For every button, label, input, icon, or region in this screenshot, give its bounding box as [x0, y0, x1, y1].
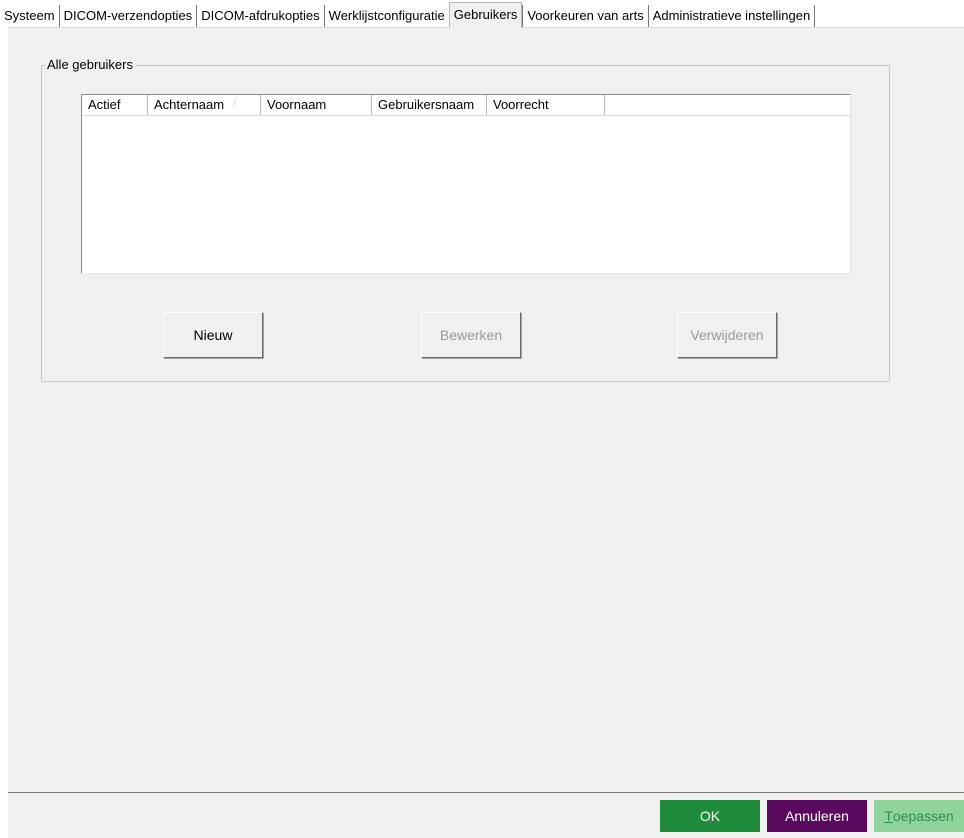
- users-panel: Alle gebruikers Actief Achternaam / Voor…: [8, 27, 964, 792]
- users-list[interactable]: Actief Achternaam / Voornaam Gebruikersn…: [81, 94, 851, 274]
- apply-button[interactable]: Toepassen: [874, 800, 964, 832]
- tab-admin-settings[interactable]: Administratieve instellingen: [649, 5, 816, 27]
- column-header-label: Achternaam: [154, 97, 225, 112]
- list-header: Actief Achternaam / Voornaam Gebruikersn…: [82, 95, 850, 116]
- tab-dicom-send[interactable]: DICOM-verzendopties: [60, 5, 198, 27]
- column-header-voornaam[interactable]: Voornaam: [261, 95, 372, 115]
- column-header-voorrecht[interactable]: Voorrecht: [487, 95, 605, 115]
- column-header-actief[interactable]: Actief: [82, 95, 148, 115]
- column-header-filler: [605, 95, 850, 115]
- column-header-gebruikersnaam[interactable]: Gebruikersnaam: [372, 95, 487, 115]
- new-user-button[interactable]: Nieuw: [163, 312, 263, 358]
- delete-user-button[interactable]: Verwijderen: [677, 312, 777, 358]
- apply-label-rest: oepassen: [892, 808, 954, 824]
- edit-user-button[interactable]: Bewerken: [421, 312, 521, 358]
- sort-ascending-icon: /: [233, 99, 236, 110]
- column-header-achternaam[interactable]: Achternaam /: [148, 95, 261, 115]
- tab-users[interactable]: Gebruikers: [448, 2, 523, 28]
- tab-systeem[interactable]: Systeem: [0, 5, 60, 27]
- apply-label: T: [884, 808, 893, 824]
- cancel-button[interactable]: Annuleren: [767, 800, 867, 832]
- tab-dicom-print[interactable]: DICOM-afdrukopties: [197, 5, 325, 27]
- settings-window: Systeem DICOM-verzendopties DICOM-afdruk…: [0, 0, 964, 838]
- group-title: Alle gebruikers: [45, 57, 136, 73]
- tab-strip: Systeem DICOM-verzendopties DICOM-afdruk…: [0, 0, 964, 28]
- tab-worklist[interactable]: Werklijstconfiguratie: [325, 5, 449, 27]
- tab-physician-prefs[interactable]: Voorkeuren van arts: [522, 5, 649, 27]
- ok-button[interactable]: OK: [660, 800, 760, 832]
